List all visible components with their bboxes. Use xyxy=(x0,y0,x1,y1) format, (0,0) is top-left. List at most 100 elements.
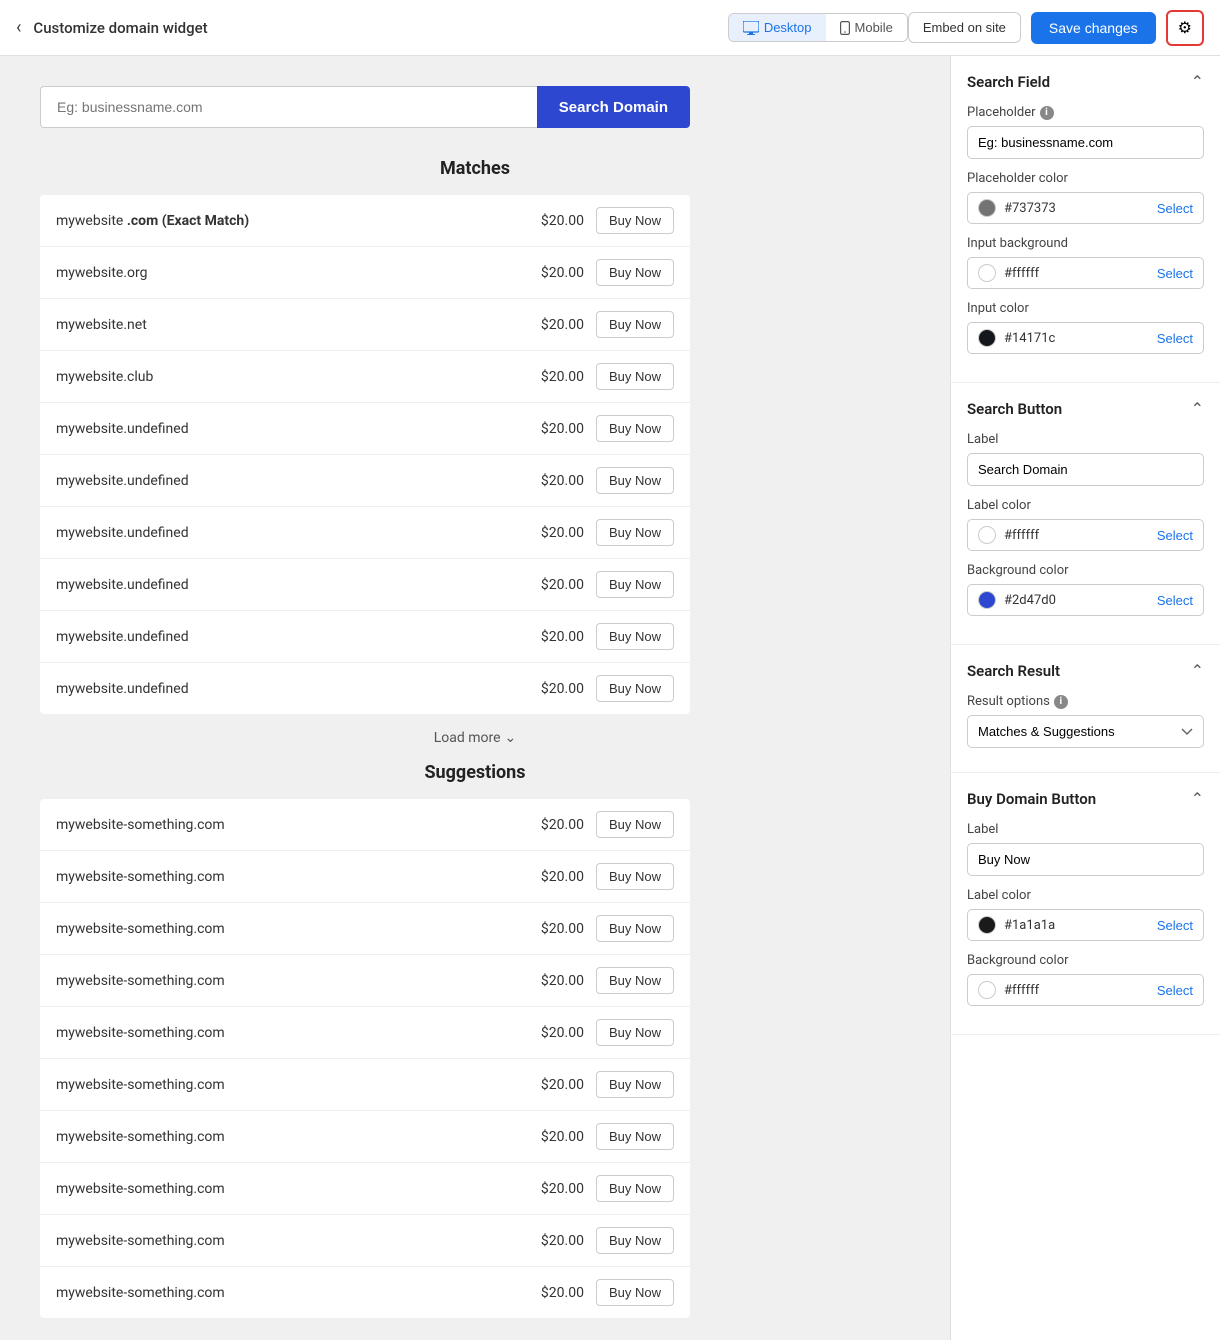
search-btn-label-color-label: Label color xyxy=(967,498,1204,513)
desktop-view-button[interactable]: Desktop xyxy=(729,14,826,41)
matches-section: Matches mywebsite .com (Exact Match)$20.… xyxy=(40,158,910,714)
view-toggle: Desktop Mobile xyxy=(728,13,908,42)
chevron-down-icon: ⌄ xyxy=(505,730,517,746)
collapse-search-field-icon[interactable]: ⌃ xyxy=(1191,72,1204,91)
table-row: mywebsite-something.com$20.00Buy Now xyxy=(40,1267,690,1318)
buy-now-button[interactable]: Buy Now xyxy=(596,1019,674,1046)
buy-now-button[interactable]: Buy Now xyxy=(596,623,674,650)
placeholder-color-value: #737373 xyxy=(1004,201,1157,216)
buy-now-button[interactable]: Buy Now xyxy=(596,1071,674,1098)
collapse-search-button-icon[interactable]: ⌃ xyxy=(1191,399,1204,418)
table-row: mywebsite-something.com$20.00Buy Now xyxy=(40,851,690,903)
buy-now-button[interactable]: Buy Now xyxy=(596,1227,674,1254)
search-input[interactable] xyxy=(40,86,537,128)
search-result-header: Search Result ⌃ xyxy=(967,661,1204,680)
table-row: mywebsite-something.com$20.00Buy Now xyxy=(40,1111,690,1163)
buy-now-button[interactable]: Buy Now xyxy=(596,863,674,890)
input-bg-select-button[interactable]: Select xyxy=(1157,266,1193,281)
placeholder-color-select-button[interactable]: Select xyxy=(1157,201,1193,216)
buy-now-button[interactable]: Buy Now xyxy=(596,915,674,942)
search-btn-label-input[interactable] xyxy=(967,453,1204,486)
search-domain-button[interactable]: Search Domain xyxy=(537,86,690,128)
placeholder-color-label: Placeholder color xyxy=(967,171,1204,186)
input-color-label: Input color xyxy=(967,301,1204,316)
settings-panel: Search Field ⌃ Placeholder i Placeholder… xyxy=(950,56,1220,1340)
buy-btn-bg-label: Background color xyxy=(967,953,1204,968)
buy-now-button[interactable]: Buy Now xyxy=(596,467,674,494)
domain-price: $20.00 xyxy=(541,317,584,333)
main-layout: Search Domain Matches mywebsite .com (Ex… xyxy=(0,56,1220,1340)
result-options-info-icon: i xyxy=(1054,695,1068,709)
buy-now-button[interactable]: Buy Now xyxy=(596,967,674,994)
load-more-button[interactable]: Load more ⌄ xyxy=(40,730,910,746)
buy-now-button[interactable]: Buy Now xyxy=(596,1175,674,1202)
buy-domain-title: Buy Domain Button xyxy=(967,790,1096,808)
exact-match-label: .com (Exact Match) xyxy=(127,213,249,229)
table-row: mywebsite-something.com$20.00Buy Now xyxy=(40,1163,690,1215)
settings-button[interactable]: ⚙ xyxy=(1166,10,1204,46)
domain-price: $20.00 xyxy=(541,921,584,937)
embed-button[interactable]: Embed on site xyxy=(908,12,1021,43)
suggestions-section: Suggestions mywebsite-something.com$20.0… xyxy=(40,762,910,1318)
search-field-title: Search Field xyxy=(967,73,1050,91)
input-color-select-button[interactable]: Select xyxy=(1157,331,1193,346)
buy-now-button[interactable]: Buy Now xyxy=(596,1123,674,1150)
buy-btn-bg-select-button[interactable]: Select xyxy=(1157,983,1193,998)
table-row: mywebsite.undefined$20.00Buy Now xyxy=(40,507,690,559)
search-bar: Search Domain xyxy=(40,86,690,128)
buy-btn-label-input[interactable] xyxy=(967,843,1204,876)
buy-now-button[interactable]: Buy Now xyxy=(596,1279,674,1306)
input-bg-value: #ffffff xyxy=(1004,266,1157,281)
domain-name: mywebsite.net xyxy=(56,317,541,333)
save-button[interactable]: Save changes xyxy=(1031,12,1156,44)
domain-price: $20.00 xyxy=(541,1077,584,1093)
table-row: mywebsite.undefined$20.00Buy Now xyxy=(40,559,690,611)
search-btn-label-color-select-button[interactable]: Select xyxy=(1157,528,1193,543)
buy-domain-section: Buy Domain Button ⌃ Label Label color #1… xyxy=(951,773,1220,1035)
buy-now-button[interactable]: Buy Now xyxy=(596,363,674,390)
desktop-icon xyxy=(743,21,759,35)
collapse-search-result-icon[interactable]: ⌃ xyxy=(1191,661,1204,680)
domain-name: mywebsite-something.com xyxy=(56,921,541,937)
search-button-header: Search Button ⌃ xyxy=(967,399,1204,418)
search-btn-bg-select-button[interactable]: Select xyxy=(1157,593,1193,608)
buy-btn-label-color-label: Label color xyxy=(967,888,1204,903)
placeholder-input[interactable] xyxy=(967,126,1204,159)
domain-price: $20.00 xyxy=(541,213,584,229)
input-bg-color-row: #ffffff Select xyxy=(967,257,1204,289)
buy-now-button[interactable]: Buy Now xyxy=(596,311,674,338)
buy-now-button[interactable]: Buy Now xyxy=(596,207,674,234)
gear-icon: ⚙ xyxy=(1178,18,1192,38)
search-btn-label-color-row: #ffffff Select xyxy=(967,519,1204,551)
result-options-wrapper: Matches & SuggestionsMatches OnlySuggest… xyxy=(967,715,1204,752)
page-title: Customize domain widget xyxy=(33,19,707,37)
search-result-title: Search Result xyxy=(967,662,1060,680)
buy-btn-label-swatch xyxy=(978,916,996,934)
table-row: mywebsite.net$20.00 Buy Now xyxy=(40,299,690,351)
domain-price: $20.00 xyxy=(541,1025,584,1041)
buy-now-button[interactable]: Buy Now xyxy=(596,259,674,286)
input-color-row: #14171c Select xyxy=(967,322,1204,354)
table-row: mywebsite-something.com$20.00Buy Now xyxy=(40,955,690,1007)
domain-price: $20.00 xyxy=(541,973,584,989)
domain-name: mywebsite-something.com xyxy=(56,1181,541,1197)
collapse-buy-domain-icon[interactable]: ⌃ xyxy=(1191,789,1204,808)
domain-price: $20.00 xyxy=(541,629,584,645)
buy-now-button[interactable]: Buy Now xyxy=(596,415,674,442)
mobile-view-button[interactable]: Mobile xyxy=(826,14,907,41)
domain-price: $20.00 xyxy=(541,1285,584,1301)
buy-btn-label-select-button[interactable]: Select xyxy=(1157,918,1193,933)
result-options-select[interactable]: Matches & SuggestionsMatches OnlySuggest… xyxy=(967,715,1204,748)
domain-name: mywebsite-something.com xyxy=(56,1233,541,1249)
domain-name: mywebsite-something.com xyxy=(56,1025,541,1041)
buy-now-button[interactable]: Buy Now xyxy=(596,519,674,546)
back-button[interactable]: ‹ xyxy=(16,17,21,38)
buy-btn-bg-value: #ffffff xyxy=(1004,983,1157,998)
domain-name: mywebsite-something.com xyxy=(56,869,541,885)
buy-now-button[interactable]: Buy Now xyxy=(596,675,674,702)
buy-now-button[interactable]: Buy Now xyxy=(596,571,674,598)
search-btn-bg-value: #2d47d0 xyxy=(1004,593,1157,608)
domain-name: mywebsite-something.com xyxy=(56,1077,541,1093)
buy-now-button[interactable]: Buy Now xyxy=(596,811,674,838)
matches-title: Matches xyxy=(40,158,910,179)
